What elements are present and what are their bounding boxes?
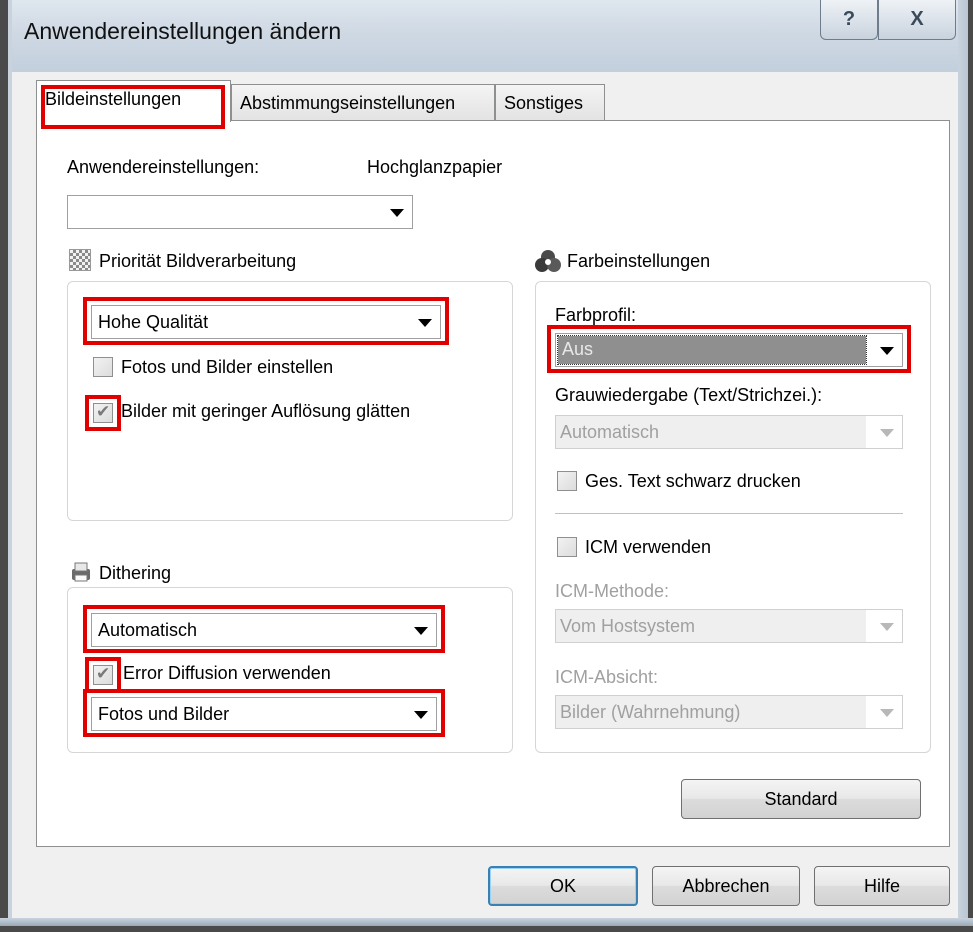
close-title-button[interactable]: X xyxy=(878,0,956,40)
combo-value: Hohe Qualität xyxy=(98,312,209,332)
dialog-client: Bildeinstellungen Abstimmungseinstellung… xyxy=(12,72,958,918)
image-priority-heading: Priorität Bildverarbeitung xyxy=(99,251,297,271)
user-settings-label: Anwendereinstellungen: xyxy=(67,157,260,177)
error-diffusion-checkbox[interactable] xyxy=(93,664,113,685)
tab-panel-bildeinstellungen: Anwendereinstellungen: Hochglanzpapier P… xyxy=(36,85,950,847)
window-frame-right xyxy=(958,0,973,932)
combo-value: Aus xyxy=(557,335,867,365)
tab-label: Bildeinstellungen xyxy=(45,89,182,109)
combo-value: Bilder (Wahrnehmung) xyxy=(556,696,866,728)
icm-checkbox[interactable] xyxy=(557,537,577,557)
chevron-down-icon[interactable] xyxy=(880,623,894,631)
dithering-mode-combo[interactable]: Fotos und Bilder xyxy=(91,697,437,731)
photos-checkbox-label: Fotos und Bilder einstellen xyxy=(121,357,334,377)
color-settings-heading: Farbeinstellungen xyxy=(567,251,711,271)
printer-icon xyxy=(69,561,93,583)
title-bar[interactable]: Anwendereinstellungen ändern ? X xyxy=(12,0,958,72)
chevron-down-icon[interactable] xyxy=(390,209,404,217)
chevron-down-icon[interactable] xyxy=(880,429,894,437)
smooth-lowres-label: Bilder mit geringer Auflösung glätten xyxy=(121,401,411,421)
window-frame-bottom xyxy=(0,918,973,932)
smooth-lowres-checkbox[interactable] xyxy=(93,402,113,423)
checker-pattern-icon xyxy=(69,249,91,271)
color-drops-icon xyxy=(535,249,561,273)
button-label: Standard xyxy=(764,788,838,809)
divider xyxy=(555,513,903,514)
tab-abstimmungseinstellungen[interactable]: Abstimmungseinstellungen xyxy=(231,84,495,120)
combo-value: Fotos und Bilder xyxy=(98,704,230,724)
gray-reproduction-combo[interactable]: Automatisch xyxy=(555,415,903,449)
combo-value: Automatisch xyxy=(98,620,198,640)
button-label: OK xyxy=(549,875,576,896)
error-diffusion-label: Error Diffusion verwenden xyxy=(123,663,331,683)
user-settings-value: Hochglanzpapier xyxy=(367,157,503,177)
user-settings-combo[interactable] xyxy=(67,195,413,229)
combo-value: Vom Hostsystem xyxy=(556,610,866,642)
help-title-button[interactable]: ? xyxy=(820,0,878,40)
photos-checkbox[interactable] xyxy=(93,357,113,377)
gray-reproduction-label: Grauwiedergabe (Text/Strichzei.): xyxy=(555,385,823,405)
window-frame-left xyxy=(0,0,12,932)
icm-intent-combo[interactable]: Bilder (Wahrnehmung) xyxy=(555,695,903,729)
tab-bildeinstellungen[interactable]: Bildeinstellungen xyxy=(36,80,231,122)
button-label: Abbrechen xyxy=(682,875,770,896)
image-priority-combo[interactable]: Hohe Qualität xyxy=(91,305,441,339)
black-text-label: Ges. Text schwarz drucken xyxy=(585,471,801,491)
help-button[interactable]: Hilfe xyxy=(814,866,950,906)
icm-intent-label: ICM-Absicht: xyxy=(555,667,659,687)
standard-button[interactable]: Standard xyxy=(681,779,921,819)
dithering-heading: Dithering xyxy=(99,563,172,583)
close-icon: X xyxy=(910,8,924,30)
chevron-down-icon[interactable] xyxy=(414,711,428,719)
ok-button[interactable]: OK xyxy=(488,866,638,906)
window-title: Anwendereinstellungen ändern xyxy=(24,18,342,44)
black-text-checkbox[interactable] xyxy=(557,471,577,491)
color-profile-combo[interactable]: Aus xyxy=(555,333,903,367)
chevron-down-icon[interactable] xyxy=(418,319,432,327)
chevron-down-icon[interactable] xyxy=(414,627,428,635)
icm-method-label: ICM-Methode: xyxy=(555,581,670,601)
icm-label: ICM verwenden xyxy=(585,537,712,557)
tab-label: Abstimmungseinstellungen xyxy=(240,93,456,113)
cancel-button[interactable]: Abbrechen xyxy=(652,866,800,906)
combo-value: Automatisch xyxy=(556,416,866,448)
tab-label: Sonstiges xyxy=(504,93,584,113)
button-label: Hilfe xyxy=(863,875,900,896)
chevron-down-icon[interactable] xyxy=(880,347,894,355)
chevron-down-icon[interactable] xyxy=(880,709,894,717)
icm-method-combo[interactable]: Vom Hostsystem xyxy=(555,609,903,643)
dithering-combo[interactable]: Automatisch xyxy=(91,613,437,647)
tab-sonstiges[interactable]: Sonstiges xyxy=(495,84,605,120)
color-profile-label: Farbprofil: xyxy=(555,305,637,325)
question-mark-icon: ? xyxy=(842,8,856,30)
